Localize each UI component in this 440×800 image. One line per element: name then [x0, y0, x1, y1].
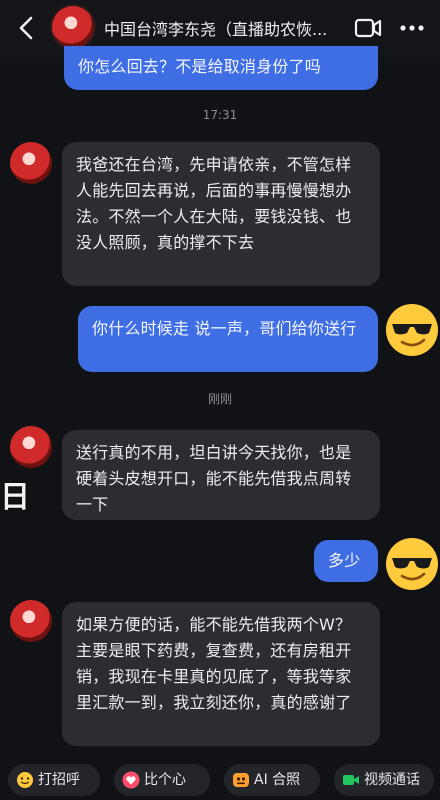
video-camera-icon[interactable] [354, 17, 382, 39]
message-text: 你怎么回去？不是给取消身份了吗 [78, 57, 322, 76]
my-message-bubble[interactable]: 你怎么回去？不是给取消身份了吗 [64, 46, 378, 90]
video-call-icon [343, 775, 359, 785]
contact-avatar[interactable] [10, 426, 52, 468]
chip-label: 视频通话 [364, 772, 420, 788]
message-timestamp: 17:31 [202, 108, 238, 122]
sunglasses-emoji-avatar-icon[interactable] [384, 536, 440, 592]
their-message-bubble[interactable]: 送行真的不用，坦白讲今天找你，也是硬着头皮想开口，能不能先借我点周转一下 [62, 430, 380, 520]
ai-photo-icon [233, 773, 249, 787]
chat-title[interactable]: 中国台湾李东尧（直播助农恢... [104, 16, 350, 40]
sunglasses-emoji-avatar-icon[interactable] [384, 302, 440, 358]
watermark-text: 日醬 [0, 480, 30, 515]
chip-label: 打招呼 [38, 772, 80, 788]
my-message-bubble[interactable]: 多少 [314, 540, 378, 582]
more-options-icon[interactable] [398, 17, 426, 39]
contact-avatar[interactable] [10, 600, 52, 642]
message-text: 你什么时候走 说一声，哥们给你送行 [92, 319, 357, 338]
greet-button[interactable]: 打招呼 [8, 764, 100, 796]
their-message-bubble[interactable]: 我爸还在台湾，先申请依亲，不管怎样人能先回去再说，后面的事再慢慢想办法。不然一个… [62, 142, 380, 286]
my-message-bubble[interactable]: 你什么时候走 说一声，哥们给你送行 [78, 306, 378, 372]
wave-emoji-icon [17, 772, 33, 788]
contact-avatar[interactable] [10, 142, 52, 184]
ai-photo-button[interactable]: AI 合照 [224, 764, 320, 796]
video-call-button[interactable]: 视频通话 [334, 764, 434, 796]
send-heart-button[interactable]: 比个心 [114, 764, 210, 796]
contact-avatar[interactable] [52, 6, 94, 48]
chip-label: 比个心 [144, 772, 186, 788]
message-text: 多少 [328, 551, 361, 570]
heart-icon [122, 771, 140, 789]
chip-label: AI 合照 [254, 772, 301, 788]
message-text: 送行真的不用，坦白讲今天找你，也是硬着头皮想开口，能不能先借我点周转一下 [76, 443, 352, 514]
their-message-bubble[interactable]: 如果方便的话，能不能先借我两个W？主要是眼下药费，复查费，还有房租开销，我现在卡… [62, 602, 380, 746]
message-text: 我爸还在台湾，先申请依亲，不管怎样人能先回去再说，后面的事再慢慢想办法。不然一个… [76, 155, 352, 252]
quick-actions-bar: 打招呼 比个心 AI 合照 视频通话 [0, 760, 440, 800]
message-timestamp: 刚刚 [207, 392, 232, 406]
back-arrow-icon[interactable] [14, 14, 40, 42]
message-text: 如果方便的话，能不能先借我两个W？主要是眼下药费，复查费，还有房租开销，我现在卡… [76, 615, 352, 712]
